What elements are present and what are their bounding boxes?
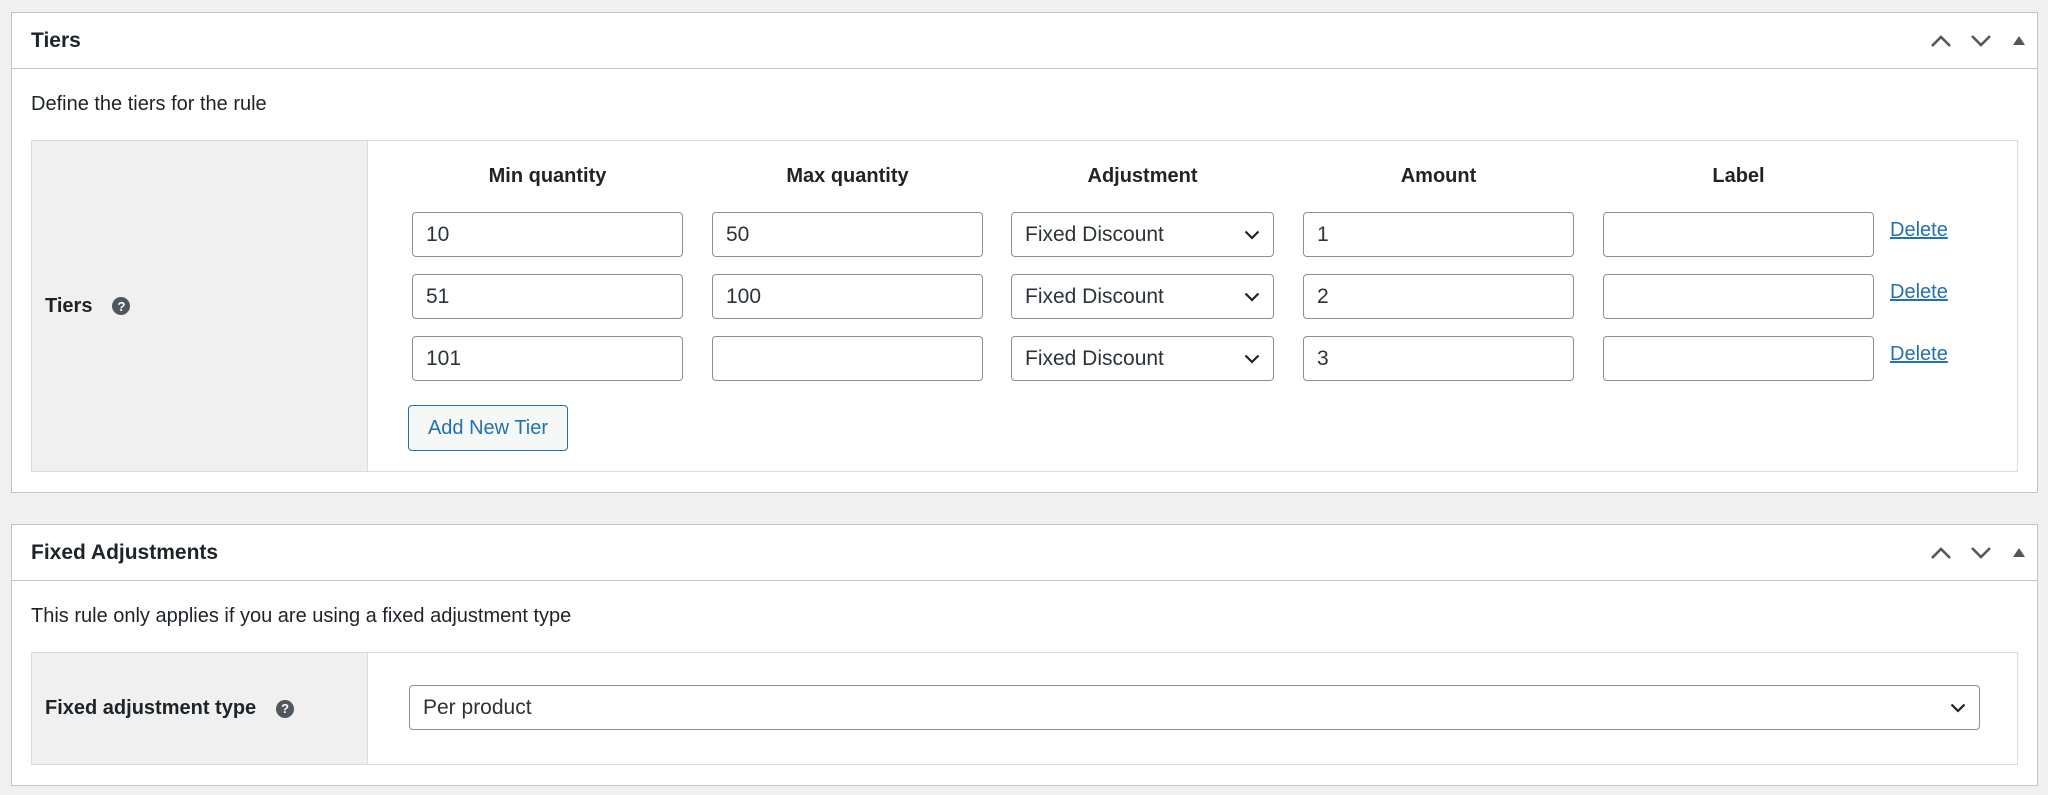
- tier-min-quantity-input[interactable]: [412, 336, 683, 381]
- tier-delete-link[interactable]: Delete: [1890, 281, 1948, 304]
- chevron-down-icon: [1244, 354, 1260, 364]
- toggle-panel-button[interactable]: [2001, 21, 2037, 61]
- tier-max-quantity-input[interactable]: [712, 336, 983, 381]
- move-down-button[interactable]: [1961, 21, 2001, 61]
- help-tip-icon[interactable]: ?: [276, 699, 295, 718]
- fixed-adjustments-postbox: Fixed Adjustments This rule only applies…: [11, 524, 2038, 786]
- tier-min-quantity-input[interactable]: [412, 212, 683, 257]
- tier-delete-link[interactable]: Delete: [1890, 343, 1948, 366]
- fixed-adjustments-postbox-header: Fixed Adjustments: [12, 525, 2037, 581]
- tier-label-input[interactable]: [1603, 336, 1874, 381]
- tier-max-quantity-input[interactable]: [712, 212, 983, 257]
- tier-amount-input[interactable]: [1303, 336, 1574, 381]
- chevron-down-icon: [1244, 292, 1260, 302]
- tiers-postbox-title: Tiers: [31, 28, 81, 52]
- toggle-panel-button[interactable]: [2001, 533, 2037, 573]
- tier-label-input[interactable]: [1603, 274, 1874, 319]
- tier-adjustment-value: Fixed Discount: [1025, 284, 1164, 308]
- triangle-up-icon: [2013, 36, 2025, 45]
- fixed-adjustment-type-select[interactable]: Per product: [409, 685, 1980, 730]
- move-down-button[interactable]: [1961, 533, 2001, 573]
- tier-adjustment-select[interactable]: Fixed Discount: [1011, 212, 1274, 257]
- help-tip-icon[interactable]: ?: [112, 297, 131, 315]
- chevron-up-icon: [1931, 34, 1951, 47]
- column-header-adjustment: Adjustment: [1087, 165, 1198, 187]
- tiers-postbox: Tiers Define the tiers for the rule Tier…: [11, 12, 2038, 493]
- fixed-adjustment-type-label: Fixed adjustment type: [45, 697, 257, 719]
- tier-adjustment-value: Fixed Discount: [1025, 222, 1164, 246]
- fixed-adjustments-description: This rule only applies if you are using …: [31, 605, 572, 627]
- chevron-down-icon: [1244, 230, 1260, 240]
- column-header-amount: Amount: [1400, 165, 1477, 187]
- tier-adjustment-select[interactable]: Fixed Discount: [1011, 274, 1274, 319]
- column-header-min-quantity: Min quantity: [488, 165, 607, 187]
- tiers-field-label: Tiers: [45, 294, 93, 317]
- add-new-tier-button[interactable]: Add New Tier: [408, 405, 568, 451]
- fixed-adjustment-type-label-cell: Fixed adjustment type ?: [32, 653, 368, 764]
- column-header-label: Label: [1712, 165, 1765, 187]
- tiers-field-label-cell: Tiers ?: [32, 141, 368, 471]
- tier-adjustment-select[interactable]: Fixed Discount: [1011, 336, 1274, 381]
- fixed-adjustments-form-table: Fixed adjustment type ? Per product: [31, 652, 2018, 765]
- tier-amount-input[interactable]: [1303, 274, 1574, 319]
- fixed-adjustment-type-value: Per product: [423, 695, 532, 719]
- move-up-button[interactable]: [1921, 21, 1961, 61]
- chevron-up-icon: [1931, 546, 1951, 559]
- fixed-adjustments-postbox-title: Fixed Adjustments: [31, 540, 219, 564]
- tiers-description: Define the tiers for the rule: [31, 93, 267, 115]
- tiers-form-table: Tiers ? Min quantity Max quantity Adjust…: [31, 140, 2018, 472]
- tiers-field-cell: Min quantity Max quantity Adjustment Amo…: [368, 141, 2017, 471]
- chevron-down-icon: [1971, 546, 1991, 559]
- tier-amount-input[interactable]: [1303, 212, 1574, 257]
- tier-min-quantity-input[interactable]: [412, 274, 683, 319]
- tier-label-input[interactable]: [1603, 212, 1874, 257]
- chevron-down-icon: [1971, 34, 1991, 47]
- move-up-button[interactable]: [1921, 533, 1961, 573]
- fixed-adjustments-handle-actions: [1921, 525, 2037, 580]
- fixed-adjustment-type-field-cell: Per product: [368, 653, 2017, 764]
- tier-max-quantity-input[interactable]: [712, 274, 983, 319]
- triangle-up-icon: [2013, 548, 2025, 557]
- tier-delete-link[interactable]: Delete: [1890, 219, 1948, 242]
- column-header-max-quantity: Max quantity: [786, 165, 909, 187]
- tier-adjustment-value: Fixed Discount: [1025, 346, 1164, 370]
- tiers-postbox-header: Tiers: [12, 13, 2037, 69]
- chevron-down-icon: [1950, 703, 1966, 713]
- tiers-handle-actions: [1921, 13, 2037, 68]
